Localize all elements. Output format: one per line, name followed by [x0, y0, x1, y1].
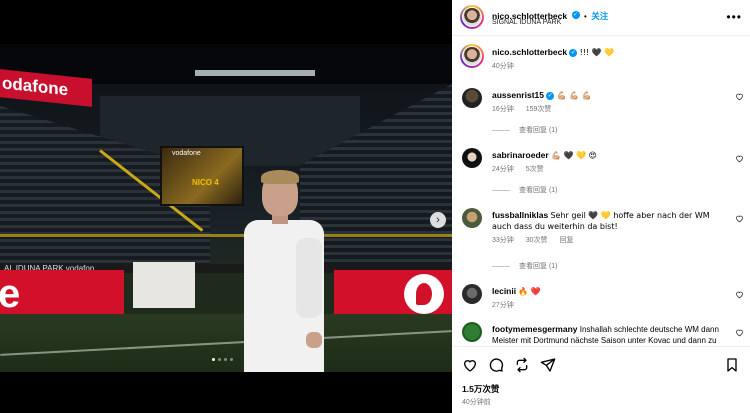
ad-board-left: e [0, 270, 124, 318]
caption-avatar[interactable] [460, 44, 484, 68]
comment-meta: 16分钟 159次赞 [492, 104, 728, 115]
commenter-avatar[interactable] [462, 88, 482, 108]
carousel-dot [224, 358, 227, 361]
verified-icon: ✓ [546, 91, 555, 100]
ad-board-letter: e [0, 272, 21, 316]
player-figure [240, 170, 330, 372]
player-arm [296, 238, 322, 348]
heart-outline-icon[interactable] [735, 328, 744, 337]
comment-time: 27分钟 [492, 302, 514, 309]
bookmark-icon[interactable] [724, 357, 740, 373]
stadium-screen: vodafone NICO 4 [160, 146, 244, 206]
post-side-panel: nico.schlotterbeck ✓ • 关注 SIGNAL IDUNA P… [452, 0, 750, 413]
caption-time: 40分钟 [492, 63, 514, 70]
post-header: nico.schlotterbeck ✓ • 关注 SIGNAL IDUNA P… [452, 0, 750, 36]
comment-username[interactable]: sabrinaroeder [492, 150, 549, 160]
verified-icon: ✓ [571, 10, 580, 19]
commenter-avatar[interactable] [462, 208, 482, 228]
like-heart-icon[interactable] [462, 357, 478, 373]
carousel-dot-active [212, 358, 215, 361]
commenter-avatar[interactable] [462, 284, 482, 304]
comment-time: 33分钟 [492, 237, 514, 244]
post-actions: 1.5万次赞 40分钟前 [452, 346, 750, 413]
carousel-dots [212, 358, 233, 361]
comment-text: 💪🏼 🖤 💛 😍 [550, 151, 597, 160]
comment-text: 🔥 ❤️ [518, 287, 541, 296]
pointing-hand [306, 332, 322, 348]
comment-meta: 24分钟 5次赞 [492, 164, 728, 175]
view-replies-link[interactable]: 查看回复 (1) [492, 261, 558, 271]
pitchside-box [133, 262, 195, 308]
caption-username[interactable]: nico.schlotterbeck [492, 47, 567, 57]
caption-meta: 40分钟 [492, 61, 728, 72]
ad-board-right [334, 270, 452, 318]
share-send-icon[interactable] [540, 357, 556, 373]
comment-meta: 27分钟 [492, 300, 728, 311]
dot-separator: • [584, 12, 587, 21]
posted-time: 40分钟前 [462, 399, 491, 406]
comment-likes[interactable]: 159次赞 [526, 106, 552, 113]
stadium-light [195, 70, 315, 76]
comments-list: nico.schlotterbeck ✓ !!! 🖤 💛 40分钟 aussen… [452, 36, 750, 346]
view-replies-link[interactable]: 查看回复 (1) [492, 185, 558, 195]
comment-text: 💪🏼 💪🏼 💪🏼 [556, 91, 592, 100]
carousel-dot [230, 358, 233, 361]
heart-outline-icon[interactable] [735, 290, 744, 299]
comment-bubble-icon[interactable] [488, 357, 504, 373]
player-hair [261, 170, 299, 184]
commenter-avatar[interactable] [462, 148, 482, 168]
comment-username[interactable]: footymemesgermany [492, 324, 578, 334]
comment-username[interactable]: fussballniklas [492, 210, 548, 220]
heart-outline-icon[interactable] [735, 154, 744, 163]
screen-player-name: NICO 4 [192, 178, 219, 187]
view-replies-link[interactable]: 查看回复 (1) [492, 125, 558, 135]
post-photo: odafone vodafone NICO 4 AL IDUNA PARK vo… [0, 44, 452, 372]
verified-icon: ✓ [569, 48, 578, 57]
caption-text: !!! 🖤 💛 [579, 48, 615, 57]
reply-button[interactable]: 回复 [560, 237, 574, 244]
vodafone-logo [404, 274, 444, 314]
instagram-post-viewer: odafone vodafone NICO 4 AL IDUNA PARK vo… [0, 0, 750, 413]
comment-time: 24分钟 [492, 166, 514, 173]
repost-icon[interactable] [514, 357, 530, 373]
commenter-avatar[interactable] [462, 322, 482, 342]
action-icons [462, 357, 556, 373]
carousel-dot [218, 358, 221, 361]
comment-username[interactable]: lecinii [492, 286, 516, 296]
comment-time: 16分钟 [492, 106, 514, 113]
post-media: odafone vodafone NICO 4 AL IDUNA PARK vo… [0, 0, 452, 413]
screen-vodafone-text: vodafone [172, 150, 201, 157]
location-link[interactable]: SIGNAL IDUNA PARK [492, 19, 561, 26]
yellow-railing [0, 234, 452, 237]
next-photo-button[interactable]: › [430, 212, 446, 228]
comment-likes[interactable]: 5次赞 [526, 166, 544, 173]
heart-outline-icon[interactable] [735, 214, 744, 223]
heart-outline-icon[interactable] [735, 92, 744, 101]
likes-count[interactable]: 1.5万次赞 [462, 383, 499, 395]
author-avatar[interactable] [460, 5, 484, 29]
comment-meta: 33分钟 30次赞 回复 [492, 235, 728, 246]
more-horizontal-icon[interactable]: ••• [726, 10, 742, 24]
follow-button[interactable]: 关注 [591, 11, 608, 21]
comment-username[interactable]: aussenrist15 [492, 90, 544, 100]
comment-likes[interactable]: 30次赞 [526, 237, 548, 244]
